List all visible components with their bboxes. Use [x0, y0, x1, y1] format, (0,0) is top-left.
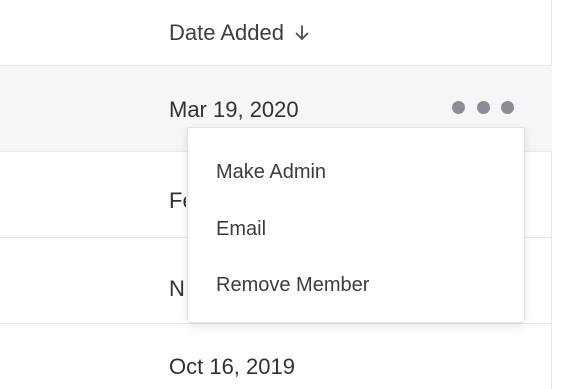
kebab-dot [501, 100, 514, 114]
row-actions-menu: Make Admin Email Remove Member [187, 127, 525, 323]
email-menu-item[interactable]: Email [216, 218, 266, 241]
row-date: N [169, 276, 185, 301]
make-admin-menu-item[interactable]: Make Admin [216, 161, 326, 184]
more-horizontal-icon[interactable] [452, 97, 514, 117]
arrow-down-icon[interactable] [294, 24, 310, 42]
table-row[interactable]: Oct 16, 2019 [0, 323, 552, 389]
members-table: Date Added Mar 19, 2020 Fe N Oct 16, 201… [0, 0, 578, 389]
row-date: Fe [169, 188, 186, 213]
date-added-header-label: Date Added [169, 20, 284, 45]
kebab-dot [452, 100, 465, 114]
date-added-column-header[interactable]: Date Added [169, 16, 310, 50]
row-date: Oct 16, 2019 [169, 354, 295, 379]
row-date: Mar 19, 2020 [169, 97, 299, 122]
kebab-dot [476, 100, 490, 114]
remove-member-menu-item[interactable]: Remove Member [216, 274, 369, 297]
